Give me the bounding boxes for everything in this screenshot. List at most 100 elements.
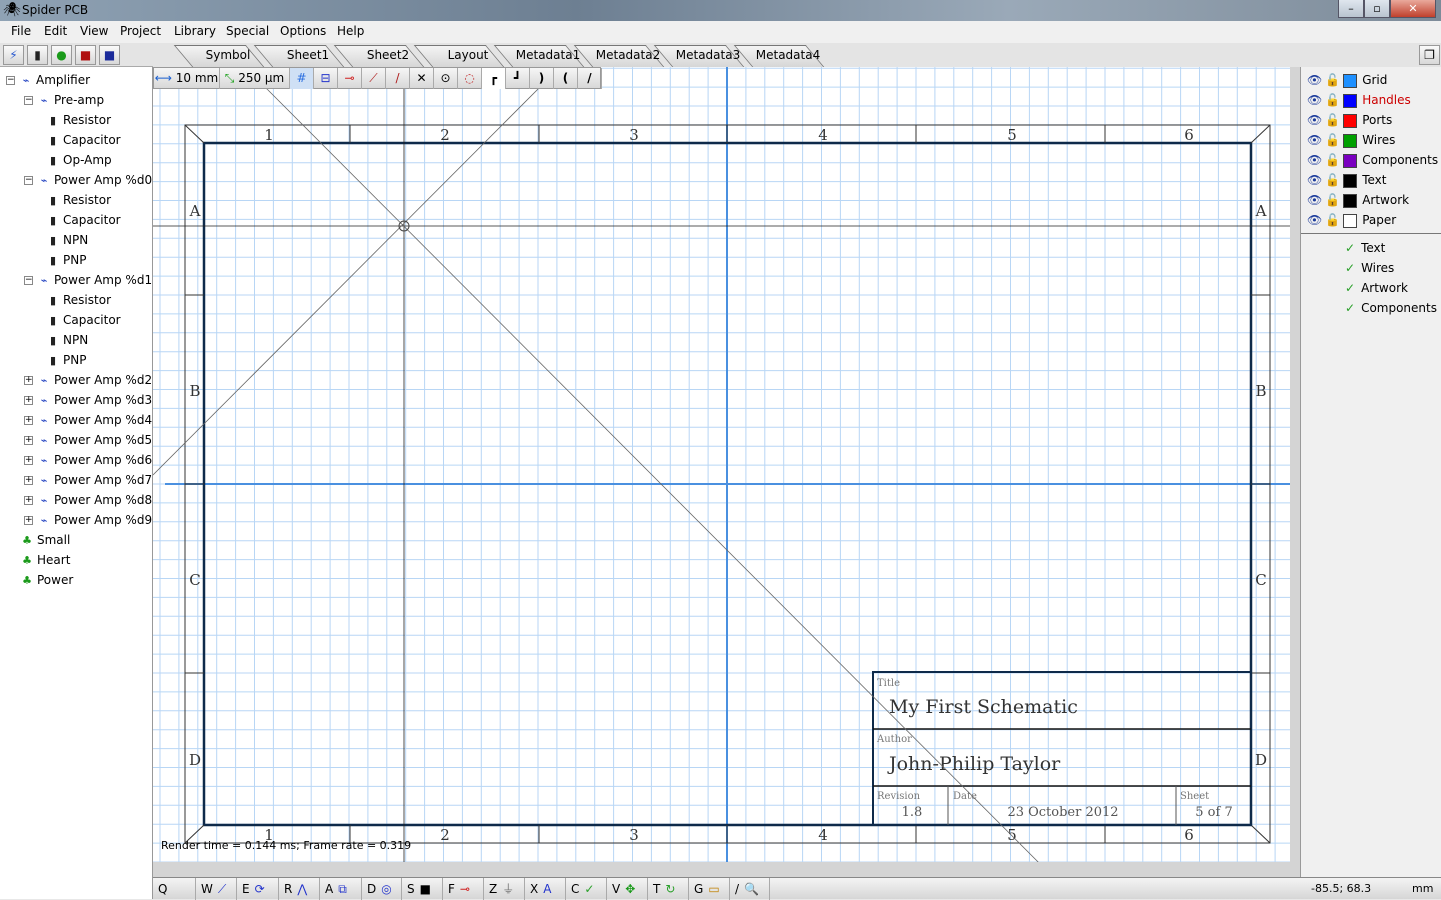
- tree-item[interactable]: ▮ Resistor: [46, 110, 111, 130]
- schematic-sheet[interactable]: 112233445566A AB BC CD DTitleAuthorRevision D…: [152, 66, 1300, 900]
- unlock-icon[interactable]: 🔓: [1325, 133, 1340, 147]
- check-wires[interactable]: ✓ Wires: [1345, 258, 1394, 278]
- restore-panel-icon[interactable]: ❐: [1419, 45, 1440, 65]
- save-all-icon[interactable]: ■: [99, 45, 120, 65]
- tab-metadata1[interactable]: Metadata1: [508, 48, 588, 62]
- new-project-icon[interactable]: ⚡: [3, 45, 24, 65]
- tree-item[interactable]: − ⌁ Power Amp %d1: [24, 270, 152, 290]
- tab-metadata2[interactable]: Metadata2: [588, 48, 668, 62]
- menu-options[interactable]: Options: [280, 24, 326, 38]
- unlock-icon[interactable]: 🔓: [1325, 73, 1340, 87]
- layer-color-swatch[interactable]: [1343, 93, 1358, 108]
- tool-c[interactable]: C ✓: [566, 878, 607, 900]
- minimize-button[interactable]: –: [1338, 0, 1364, 18]
- layer-artwork[interactable]: 👁 🔓 Artwork: [1307, 190, 1409, 210]
- layer-ports[interactable]: 👁 🔓 Ports: [1307, 110, 1392, 130]
- tree-item[interactable]: + ⌁ Power Amp %d6: [24, 450, 152, 470]
- tree-item[interactable]: + ⌁ Power Amp %d2: [24, 370, 152, 390]
- close-button[interactable]: ✕: [1390, 0, 1436, 18]
- collapse-icon[interactable]: −: [24, 96, 33, 105]
- tool-x[interactable]: XA: [525, 878, 566, 900]
- cross-icon[interactable]: ✕: [410, 68, 434, 89]
- check-text[interactable]: ✓ Text: [1345, 238, 1385, 258]
- tool-a[interactable]: A ⧉: [320, 878, 362, 900]
- tool-d[interactable]: D ◎: [362, 878, 402, 900]
- layer-color-swatch[interactable]: [1343, 73, 1358, 88]
- layer-color-swatch[interactable]: [1343, 153, 1358, 168]
- eye-icon[interactable]: 👁: [1307, 113, 1322, 127]
- tree-item[interactable]: + ⌁ Power Amp %d8: [24, 490, 152, 510]
- tree-item[interactable]: − ⌁ Amplifier: [6, 70, 90, 90]
- tab-metadata4[interactable]: Metadata4: [748, 48, 828, 62]
- tree-item[interactable]: ♣ Power: [20, 570, 73, 590]
- tree-item[interactable]: + ⌁ Power Amp %d7: [24, 470, 152, 490]
- layer-text[interactable]: 👁 🔓 Text: [1307, 170, 1386, 190]
- menu-help[interactable]: Help: [337, 24, 364, 38]
- expand-icon[interactable]: +: [24, 436, 33, 445]
- tool-g[interactable]: G ▭: [689, 878, 730, 900]
- check-artwork[interactable]: ✓ Artwork: [1345, 278, 1408, 298]
- layer-color-swatch[interactable]: [1343, 173, 1358, 188]
- unlock-icon[interactable]: 🔓: [1325, 173, 1340, 187]
- tree-item[interactable]: + ⌁ Power Amp %d3: [24, 390, 152, 410]
- tree-item[interactable]: ▮ Capacitor: [46, 210, 121, 230]
- menu-view[interactable]: View: [80, 24, 108, 38]
- tool-e[interactable]: E ⟳: [237, 878, 279, 900]
- straight-icon[interactable]: /: [578, 68, 602, 89]
- eye-icon[interactable]: 👁: [1307, 133, 1322, 147]
- collapse-icon[interactable]: −: [24, 276, 33, 285]
- expand-icon[interactable]: +: [24, 516, 33, 525]
- tree-item[interactable]: ▮ Capacitor: [46, 130, 121, 150]
- tab-layout[interactable]: Layout: [428, 48, 508, 62]
- maximize-button[interactable]: ▫: [1364, 0, 1390, 18]
- layer-components[interactable]: 👁 🔓 Components: [1307, 150, 1438, 170]
- layer-wires[interactable]: 👁 🔓 Wires: [1307, 130, 1395, 150]
- grid-size-button[interactable]: ⟷ 10 mm: [154, 68, 220, 89]
- tool-q[interactable]: Q: [153, 878, 196, 900]
- tree-item[interactable]: ▮ Op-Amp: [46, 150, 112, 170]
- layer-color-swatch[interactable]: [1343, 193, 1358, 208]
- layer-color-swatch[interactable]: [1343, 113, 1358, 128]
- drawing-canvas[interactable]: 1 1 2 2 3 3 4 4 5 5 6 6 A A B B C C D D Title Author Revision D…: [152, 66, 1300, 900]
- tree-item[interactable]: ▮ PNP: [46, 350, 86, 370]
- menu-file[interactable]: File: [11, 24, 31, 38]
- add-icon[interactable]: ●: [51, 45, 72, 65]
- line-icon[interactable]: /: [386, 68, 410, 89]
- component-icon[interactable]: ▮: [27, 45, 48, 65]
- expand-icon[interactable]: +: [24, 416, 33, 425]
- pin-icon[interactable]: ⊸: [338, 68, 362, 89]
- tab-sheet2[interactable]: Sheet2: [348, 48, 428, 62]
- unlock-icon[interactable]: 🔓: [1325, 113, 1340, 127]
- tool-w[interactable]: W ⟋: [196, 878, 237, 900]
- tree-item[interactable]: + ⌁ Power Amp %d5: [24, 430, 152, 450]
- tool-z[interactable]: Z ⏚: [484, 878, 525, 900]
- expand-icon[interactable]: +: [24, 496, 33, 505]
- collapse-icon[interactable]: −: [24, 176, 33, 185]
- tree-item[interactable]: ▮ PNP: [46, 250, 86, 270]
- eye-icon[interactable]: 👁: [1307, 93, 1322, 107]
- eye-icon[interactable]: 👁: [1307, 213, 1322, 227]
- curve-icon[interactable]: (: [554, 68, 578, 89]
- menu-special[interactable]: Special: [226, 24, 269, 38]
- expand-icon[interactable]: +: [24, 456, 33, 465]
- tree-item[interactable]: ▮ NPN: [46, 330, 88, 350]
- save-icon[interactable]: ■: [75, 45, 96, 65]
- collapse-icon[interactable]: −: [6, 76, 15, 85]
- layer-handles[interactable]: 👁 🔓 Handles: [1307, 90, 1411, 110]
- unlock-icon[interactable]: 🔓: [1325, 153, 1340, 167]
- corner-left-icon[interactable]: ┏: [482, 68, 506, 89]
- corner-right-icon[interactable]: ┛: [506, 68, 530, 89]
- unlock-icon[interactable]: 🔓: [1325, 213, 1340, 227]
- layer-paper[interactable]: 👁 🔓 Paper: [1307, 210, 1396, 230]
- tree-item[interactable]: − ⌁ Power Amp %d0: [24, 170, 152, 190]
- grid-toggle-icon[interactable]: #: [290, 68, 314, 89]
- eye-icon[interactable]: 👁: [1307, 73, 1322, 87]
- tool-s[interactable]: S ■: [402, 878, 443, 900]
- tool-v[interactable]: V ✥: [607, 878, 648, 900]
- tool-zoom[interactable]: / 🔍: [730, 878, 770, 900]
- eye-icon[interactable]: 👁: [1307, 173, 1322, 187]
- units-label[interactable]: mm: [1412, 878, 1433, 900]
- circle-icon[interactable]: ◌: [458, 68, 482, 89]
- eye-icon[interactable]: 👁: [1307, 153, 1322, 167]
- menu-library[interactable]: Library: [174, 24, 216, 38]
